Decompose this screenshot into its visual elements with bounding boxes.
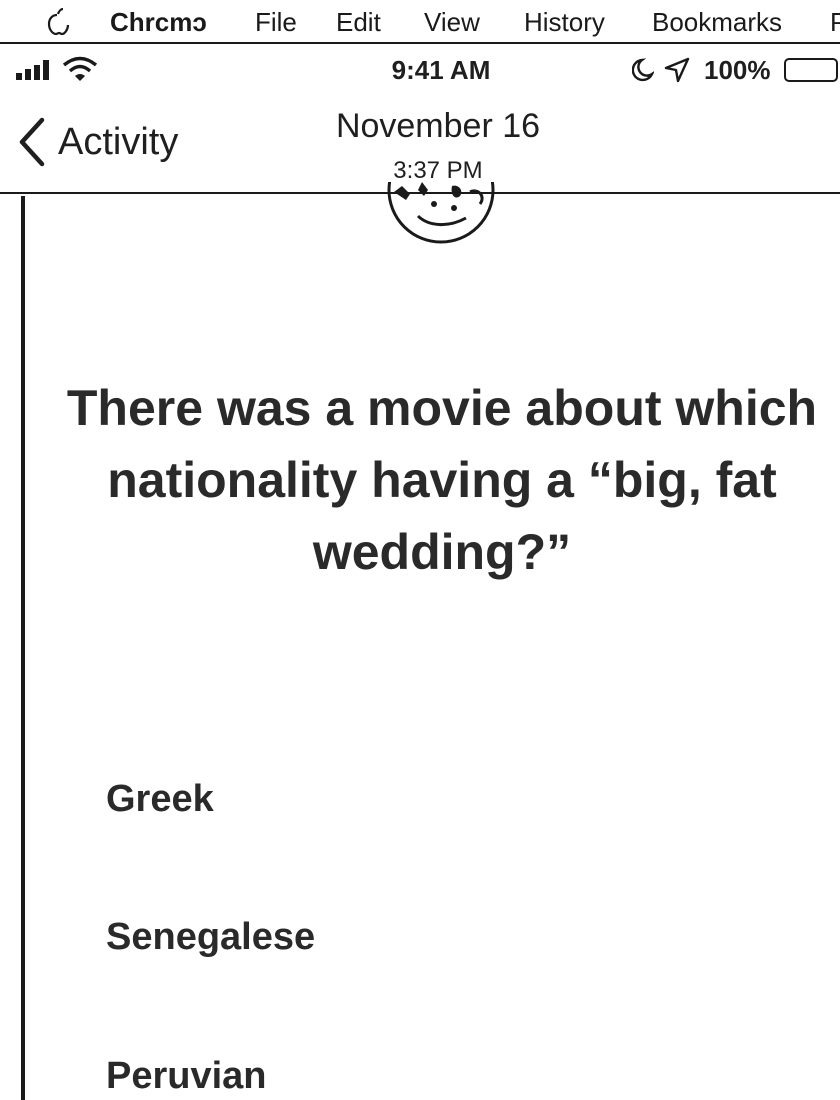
- avatar-image: [387, 182, 495, 244]
- ios-status-bar: 9:41 AM 100%: [0, 46, 840, 98]
- apple-logo-icon[interactable]: [44, 6, 70, 36]
- menu-bookmarks[interactable]: Bookmarks: [652, 6, 782, 38]
- answer-option[interactable]: Peruvian: [106, 1053, 706, 1099]
- location-arrow-icon: [664, 57, 690, 83]
- do-not-disturb-moon-icon: [632, 58, 654, 82]
- navigation-bar: Activity November 16 3:37 PM: [0, 98, 840, 194]
- mac-menu-bar: Chrcmɔ File Edit View History Bookmarks …: [0, 0, 840, 44]
- menu-view[interactable]: View: [424, 6, 480, 38]
- question-card: There was a movie about which nationalit…: [0, 182, 840, 1100]
- battery-percentage: 100%: [704, 55, 771, 85]
- menu-file[interactable]: File: [255, 6, 297, 38]
- menu-app-name[interactable]: Chrcmɔ: [110, 6, 207, 38]
- nav-title-date: November 16: [335, 107, 541, 145]
- answer-option[interactable]: Greek: [106, 776, 706, 822]
- phone-screen: 9:41 AM 100% Activity November 16 3:37 P…: [0, 46, 840, 1100]
- menu-truncated-item[interactable]: P: [830, 6, 840, 38]
- battery-icon: [784, 58, 838, 82]
- card-left-border: [21, 196, 25, 1100]
- menu-history[interactable]: History: [524, 6, 605, 38]
- menu-edit[interactable]: Edit: [336, 6, 381, 38]
- question-text: There was a movie about which nationalit…: [66, 380, 818, 580]
- answer-option[interactable]: Senegalese: [106, 914, 706, 960]
